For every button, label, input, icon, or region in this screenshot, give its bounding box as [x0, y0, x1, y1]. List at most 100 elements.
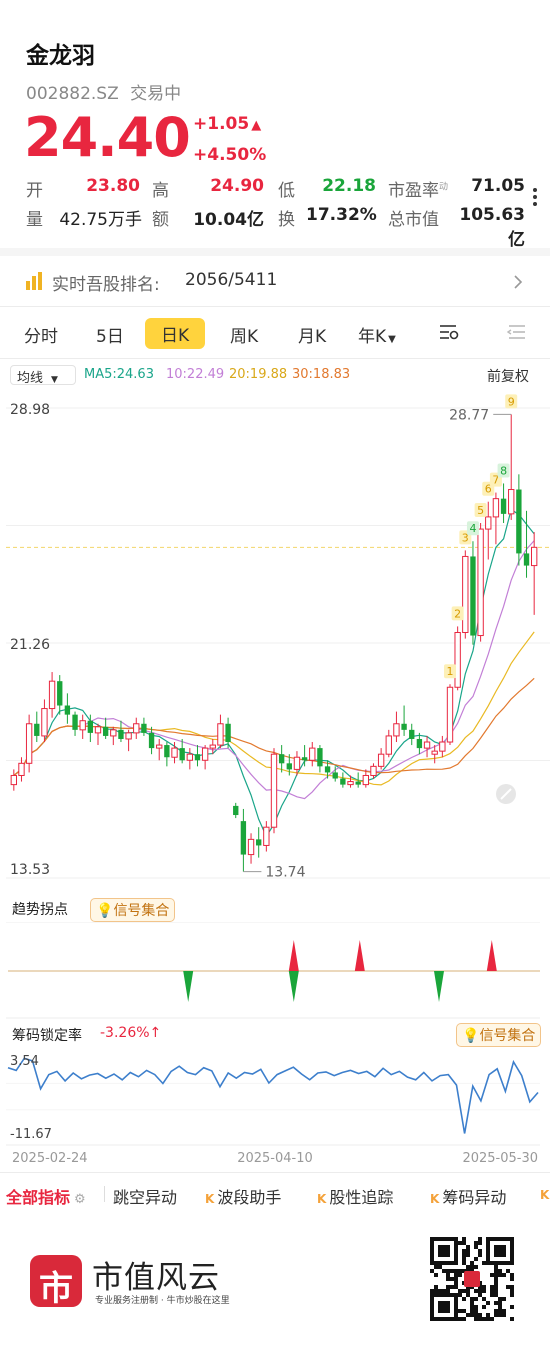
indicator-tab-all-label: 全部指标 — [6, 1188, 71, 1207]
volume-label: 量 — [26, 210, 43, 230]
svg-text:1: 1 — [447, 665, 454, 678]
candle-body — [225, 723, 231, 743]
indicator-tab-chip-label: 筹码异动 — [442, 1188, 507, 1207]
svg-text:4: 4 — [469, 522, 476, 535]
amount-label: 额 — [152, 210, 169, 230]
qr-module — [502, 1309, 506, 1313]
qr-module — [510, 1317, 514, 1321]
qr-module — [498, 1269, 502, 1273]
pe-label-text: 市盈率 — [388, 181, 439, 201]
qr-module — [478, 1317, 482, 1321]
indicator-tab-more[interactable]: K — [540, 1184, 550, 1203]
high-annotation: 28.77 — [449, 407, 489, 423]
ma5-legend: MA5:24.63 — [84, 367, 154, 382]
qr-module — [478, 1253, 482, 1257]
lock-panel-title: 筹码锁定率 — [12, 1028, 82, 1044]
qr-module — [458, 1269, 462, 1273]
candle-body — [102, 726, 109, 736]
signal-marker: 8 — [497, 463, 510, 478]
qr-module — [490, 1289, 494, 1293]
signal-set-button[interactable]: 💡信号集合 — [90, 898, 176, 922]
tab-monthly-k[interactable]: 月K — [298, 322, 326, 347]
qr-module — [494, 1269, 498, 1273]
tab-yearly-k[interactable]: 年K ▼ — [358, 322, 396, 347]
tab-weekly-k[interactable]: 周K — [230, 322, 258, 347]
qr-module — [482, 1305, 486, 1309]
qr-module — [454, 1285, 458, 1289]
candle-body — [530, 546, 538, 567]
price-change-value: +1.05 — [193, 114, 250, 134]
indicator-tab-all[interactable]: 全部指标 ⚙ — [6, 1184, 86, 1208]
qr-module — [494, 1301, 498, 1305]
qr-module — [470, 1305, 474, 1309]
ma-select-label: 均线 — [17, 371, 44, 386]
candle-body — [332, 772, 338, 779]
indicator-tab-gap[interactable]: 跳空异动 — [113, 1184, 177, 1208]
signal-marker: 4 — [466, 521, 479, 536]
indicator-tab-chip[interactable]: K 筹码异动 — [430, 1184, 506, 1208]
signal-marker: 9 — [505, 394, 518, 409]
indicator-tab-stock-trait[interactable]: K 股性追踪 — [317, 1184, 393, 1208]
turnover-label: 换 — [278, 210, 295, 230]
open-label: 开 — [26, 181, 43, 201]
trend-panel-title: 趋势拐点 — [12, 902, 68, 918]
qr-module — [510, 1305, 514, 1309]
tab-intraday[interactable]: 分时 — [24, 322, 58, 347]
indicator-tab-wave[interactable]: K 波段助手 — [205, 1184, 281, 1208]
qr-module — [474, 1305, 478, 1309]
qr-module — [470, 1309, 474, 1313]
qr-module — [434, 1273, 438, 1277]
low-annotation: 13.74 — [265, 865, 305, 881]
signal-set-button-2[interactable]: 💡信号集合 — [456, 1023, 542, 1047]
qr-module — [466, 1313, 470, 1317]
candle-body — [355, 781, 361, 785]
qr-module — [510, 1273, 514, 1277]
qr-module — [434, 1265, 438, 1269]
brand-slogan: 专业服务注册制 · 牛市炒股在这里 — [95, 1296, 230, 1306]
lock-rate-line — [7, 1057, 539, 1134]
qr-module — [454, 1277, 458, 1281]
layout-icon[interactable] — [505, 322, 527, 342]
qr-module — [474, 1309, 478, 1313]
qr-module — [458, 1289, 462, 1293]
qr-module — [506, 1285, 510, 1289]
candle-body — [110, 729, 117, 737]
divider — [0, 306, 550, 307]
qr-module — [510, 1293, 514, 1297]
candlestick-chart[interactable]: 28.9821.2613.5328.7713.74123456789 — [0, 390, 550, 890]
qr-module — [502, 1297, 506, 1301]
candle-body — [454, 632, 461, 688]
ma-select[interactable]: 均线 ▼ — [10, 365, 76, 386]
svg-text:8: 8 — [500, 464, 507, 477]
pe-label: 市盈率动 — [388, 176, 448, 201]
tab-daily-k[interactable]: 日K — [145, 318, 206, 349]
signal-down-marker — [288, 971, 299, 1002]
candle-body — [516, 489, 522, 554]
qr-module — [454, 1281, 458, 1285]
qr-finder — [438, 1245, 450, 1257]
qr-module — [454, 1269, 458, 1273]
candle-body — [385, 735, 392, 755]
candle-body — [492, 498, 500, 518]
candle-body — [18, 762, 25, 776]
candle-body — [401, 723, 407, 730]
tab-5day[interactable]: 5日 — [96, 322, 124, 347]
candle-body — [256, 839, 262, 846]
up-arrow-icon: ▲ — [251, 118, 262, 133]
qr-module — [474, 1241, 478, 1245]
y-axis-label: 21.26 — [10, 637, 50, 653]
candle-body — [470, 556, 476, 636]
lock-rate-text: -3.26% — [100, 1025, 150, 1041]
more-options-icon[interactable] — [533, 188, 539, 209]
qr-module — [458, 1273, 462, 1277]
qr-module — [470, 1261, 474, 1265]
adjust-mode-button[interactable]: 前复权 — [487, 366, 529, 386]
qr-module — [470, 1265, 474, 1269]
candle-body — [10, 774, 18, 786]
chart-settings-icon[interactable] — [438, 322, 460, 342]
candle-body — [247, 838, 255, 856]
qr-module — [510, 1277, 514, 1281]
candle-body — [41, 708, 48, 737]
trend-signal-chart — [6, 922, 540, 1019]
qr-module — [450, 1269, 454, 1273]
